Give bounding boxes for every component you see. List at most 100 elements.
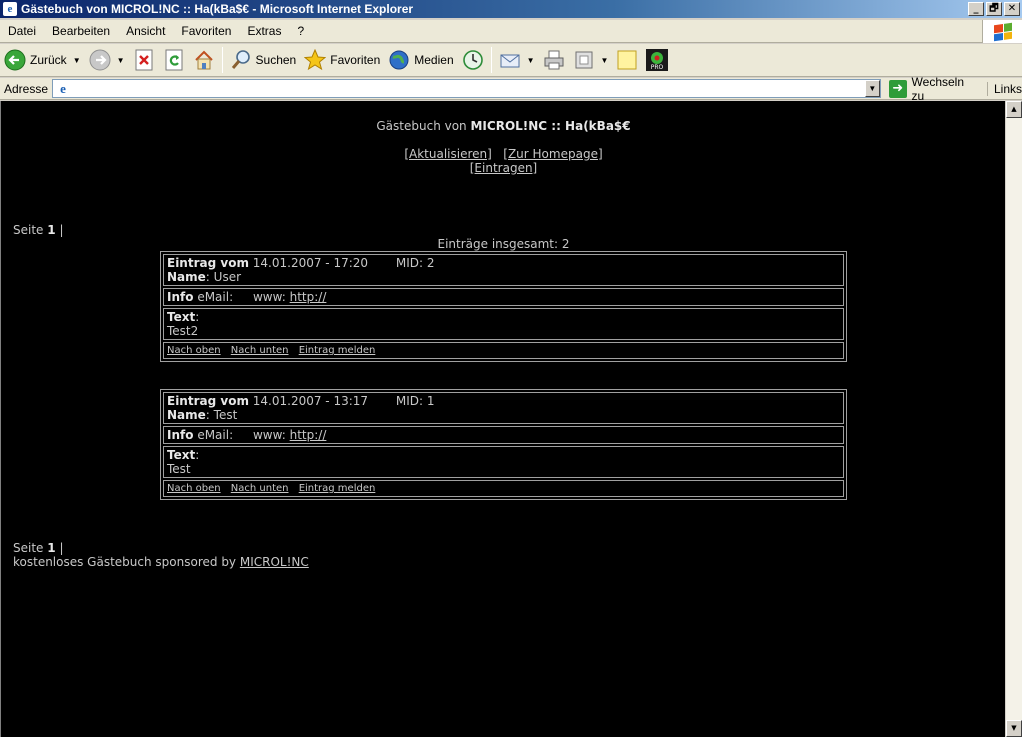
pager-separator: |	[59, 223, 64, 237]
maximize-button[interactable]: 🗗	[986, 2, 1002, 16]
window-controls: _ 🗗 ✕	[966, 2, 1020, 16]
report-entry-link[interactable]: Eintrag melden	[299, 345, 376, 356]
history-button[interactable]	[458, 46, 488, 74]
menu-edit[interactable]: Bearbeiten	[44, 24, 118, 38]
toolbar-separator	[221, 47, 223, 73]
scroll-bottom-link[interactable]: Nach unten	[231, 483, 289, 494]
stop-icon	[133, 49, 155, 71]
entry-mid: MID: 2	[395, 256, 435, 270]
menu-bar: Datei Bearbeiten Ansicht Favoriten Extra…	[0, 20, 1022, 43]
refresh-button[interactable]	[159, 46, 189, 74]
page-title-prefix: Gästebuch von	[376, 119, 471, 133]
sign-guestbook-link[interactable]: [Eintragen]	[470, 161, 537, 175]
media-label: Medien	[414, 53, 454, 67]
entry-email-label: eMail:	[197, 290, 234, 304]
refresh-link[interactable]: [Aktualisieren]	[404, 147, 491, 161]
favorites-label: Favoriten	[330, 53, 381, 67]
guestbook-entry: Eintrag vom 14.01.2007 - 17:20 MID: 2 Na…	[160, 251, 847, 362]
scroll-down-button[interactable]: ▼	[1006, 720, 1022, 737]
edit-button[interactable]: ▼	[569, 46, 613, 74]
messenger-button[interactable]: PRO	[642, 46, 672, 74]
minimize-button[interactable]: _	[968, 2, 984, 16]
entry-name: : Test	[205, 408, 238, 422]
entry-info: Info eMail: www: http://	[163, 288, 844, 306]
menu-file[interactable]: Datei	[0, 24, 44, 38]
entry-header: Eintrag vom 14.01.2007 - 17:20 MID: 2 Na…	[163, 254, 844, 286]
links-toolbar-button[interactable]: Links	[986, 81, 1022, 96]
search-label: Suchen	[255, 53, 297, 67]
refresh-icon	[163, 49, 185, 71]
address-input[interactable]	[71, 80, 865, 97]
entry-date: 14.01.2007 - 13:17	[252, 394, 369, 408]
address-field: e ▼	[52, 79, 881, 98]
mail-dropdown-icon[interactable]: ▼	[527, 56, 535, 65]
entry-name-label: Name	[167, 408, 206, 422]
entry-mid: MID: 1	[395, 394, 435, 408]
entry-actions: Nach oben Nach unten Eintrag melden	[163, 342, 844, 359]
entry-text-colon: :	[195, 310, 200, 324]
page-content: Gästebuch von MICROL!NC :: Ha(kBa$€ [Akt…	[0, 101, 1005, 737]
pager-bottom: Seite 1 |	[13, 541, 63, 555]
pager-top: Seite 1 |	[13, 223, 63, 237]
pager-separator: |	[59, 541, 64, 555]
back-dropdown-icon[interactable]: ▼	[73, 56, 81, 65]
home-icon	[193, 49, 215, 71]
ie-icon: e	[3, 2, 17, 16]
entry-name-label: Name	[167, 270, 206, 284]
favorites-button[interactable]: Favoriten	[300, 46, 384, 74]
pager-label: Seite	[13, 541, 44, 555]
footer: kostenloses Gästebuch sponsored by MICRO…	[13, 555, 309, 569]
entry-www-link[interactable]: http://	[290, 428, 327, 442]
menu-favorites[interactable]: Favoriten	[173, 24, 239, 38]
forward-button[interactable]: ▼	[85, 46, 129, 74]
address-label: Adresse	[4, 81, 49, 96]
back-button[interactable]: Zurück ▼	[0, 46, 85, 74]
entry-info-label: Info	[167, 290, 194, 304]
back-arrow-icon	[4, 49, 26, 71]
toolbar: Zurück ▼ ▼ Suchen Favoriten Medien ▼ ▼ P…	[0, 44, 1022, 77]
scroll-up-button[interactable]: ▲	[1006, 101, 1022, 118]
homepage-link[interactable]: [Zur Homepage]	[503, 147, 602, 161]
menu-extras[interactable]: Extras	[239, 24, 289, 38]
scroll-top-link[interactable]: Nach oben	[167, 483, 221, 494]
vertical-scrollbar[interactable]: ▲ ▼	[1005, 101, 1022, 737]
address-dropdown-button[interactable]: ▼	[864, 80, 880, 97]
pager-current-page: 1	[47, 541, 56, 555]
home-button[interactable]	[189, 46, 219, 74]
menu-view[interactable]: Ansicht	[118, 24, 173, 38]
scroll-top-link[interactable]: Nach oben	[167, 345, 221, 356]
media-button[interactable]: Medien	[384, 46, 457, 74]
entry-www-label: www:	[252, 428, 286, 442]
entry-www-link[interactable]: http://	[290, 290, 327, 304]
close-button[interactable]: ✕	[1004, 2, 1020, 16]
go-button[interactable]: ➜ Wechseln zu	[888, 75, 979, 103]
scroll-bottom-link[interactable]: Nach unten	[231, 345, 289, 356]
page-title: Gästebuch von MICROL!NC :: Ha(kBa$€	[1, 119, 1006, 133]
sponsor-link[interactable]: MICROL!NC	[240, 555, 309, 569]
search-button[interactable]: Suchen	[226, 46, 301, 74]
forward-dropdown-icon[interactable]: ▼	[117, 56, 125, 65]
windows-logo-icon	[982, 20, 1022, 43]
entry-text-label: Text	[167, 448, 196, 462]
footer-text: kostenloses Gästebuch sponsored by	[13, 555, 240, 569]
guestbook-entry: Eintrag vom 14.01.2007 - 13:17 MID: 1 Na…	[160, 389, 847, 500]
stop-button[interactable]	[129, 46, 159, 74]
address-bar: Adresse e ▼ ➜ Wechseln zu Links	[0, 75, 1022, 103]
entry-www-label: www:	[252, 290, 286, 304]
notes-button[interactable]	[612, 46, 642, 74]
history-icon	[462, 49, 484, 71]
mail-icon	[499, 49, 521, 71]
back-label: Zurück	[30, 53, 67, 67]
sign-nav: [Eintragen]	[1, 161, 1006, 175]
mail-button[interactable]: ▼	[495, 46, 539, 74]
menu-help[interactable]: ?	[289, 24, 312, 38]
icq-flower-icon: PRO	[646, 49, 669, 71]
report-entry-link[interactable]: Eintrag melden	[299, 483, 376, 494]
entry-date-label: Eintrag vom	[167, 394, 249, 408]
go-arrow-icon: ➜	[888, 79, 907, 98]
print-button[interactable]	[539, 46, 569, 74]
entry-text: Text: Test2	[163, 308, 844, 340]
edit-icon	[573, 49, 595, 71]
edit-dropdown-icon[interactable]: ▼	[601, 56, 609, 65]
entry-text-body: Test2	[167, 324, 199, 338]
